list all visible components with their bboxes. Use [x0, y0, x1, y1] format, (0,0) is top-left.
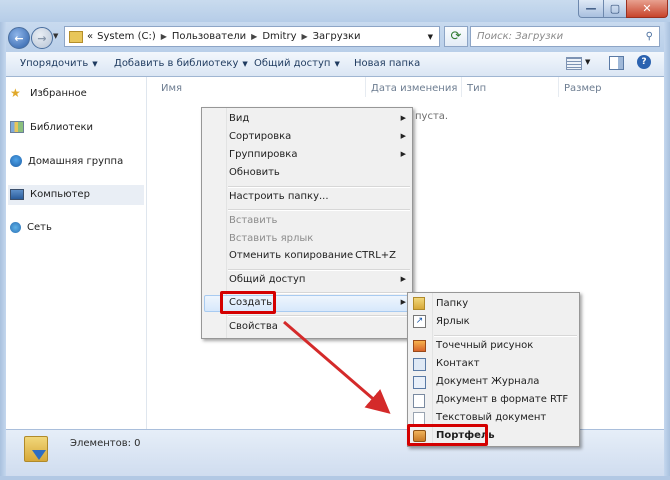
annotation-arrow: [283, 320, 391, 414]
window-frame-right: [664, 22, 670, 480]
window-frame-left: [0, 22, 6, 480]
window-frame-bottom: [0, 476, 670, 480]
